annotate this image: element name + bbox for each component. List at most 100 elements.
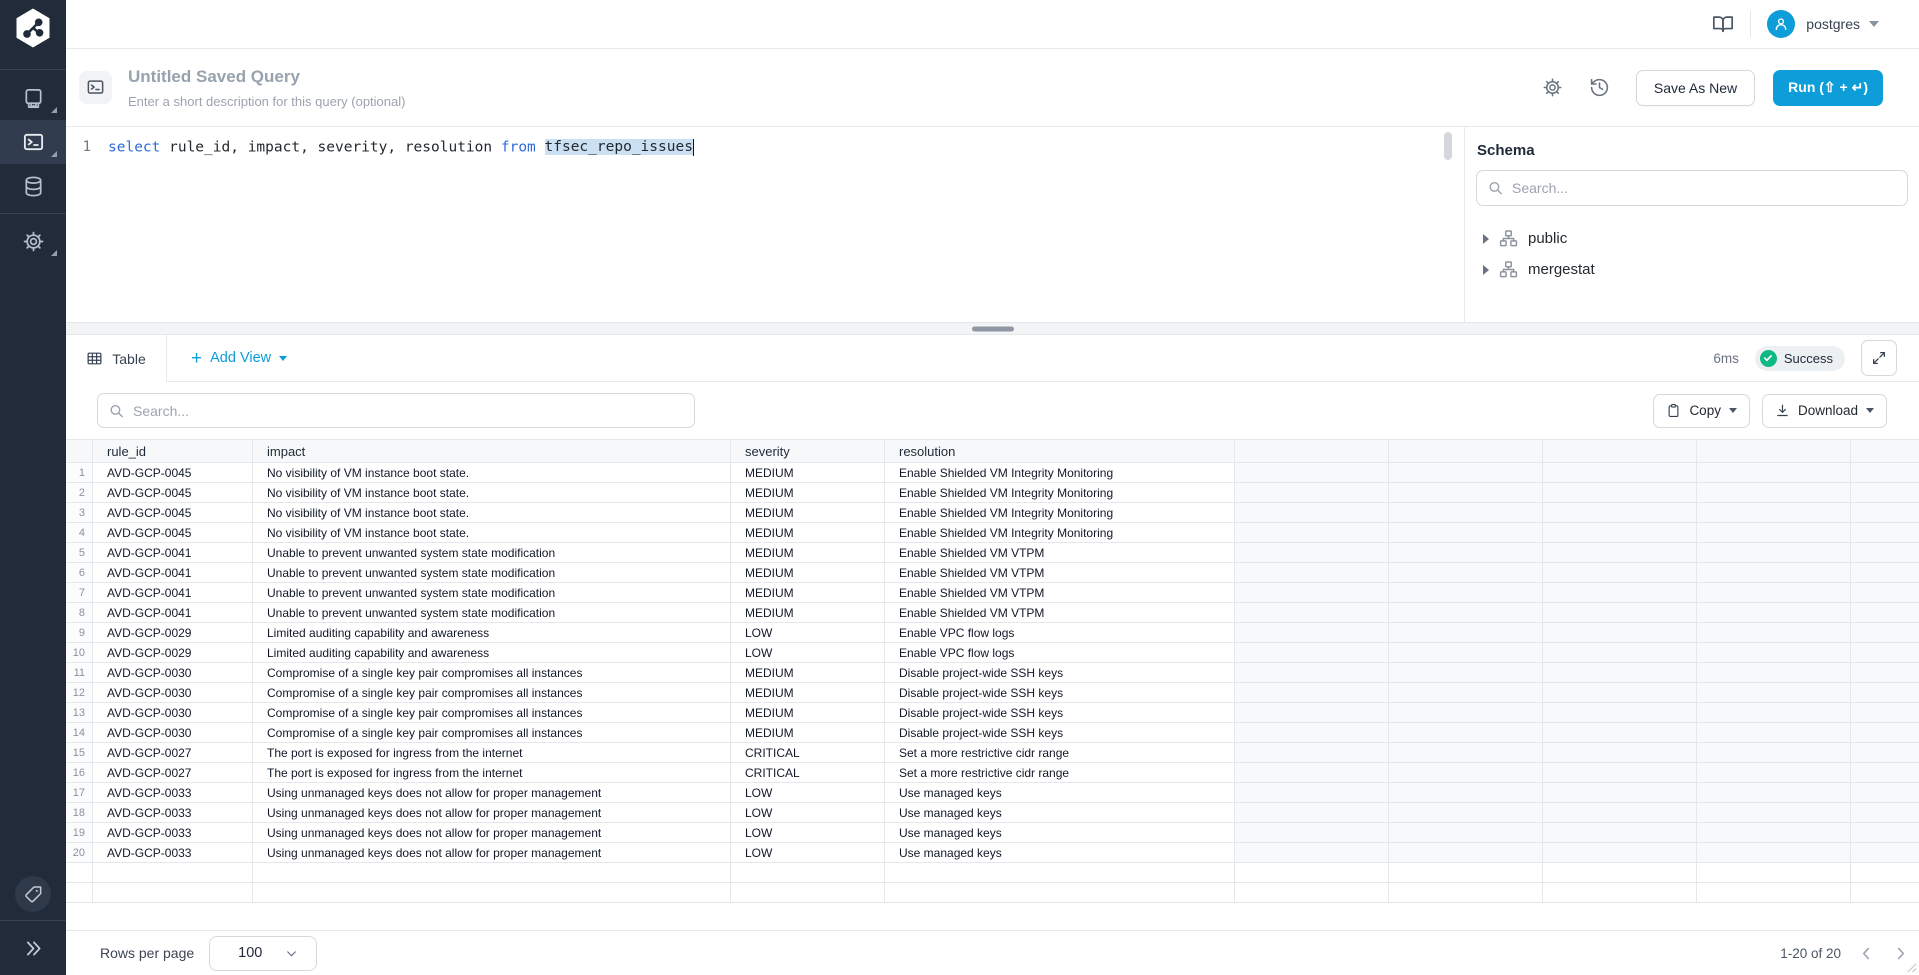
download-button[interactable]: Download	[1762, 394, 1887, 428]
mergestat-logo[interactable]	[0, 0, 66, 56]
table-cell[interactable]: Unable to prevent unwanted system state …	[253, 603, 731, 623]
table-cell[interactable]: AVD-GCP-0029	[93, 643, 253, 663]
table-cell[interactable]: Unable to prevent unwanted system state …	[253, 563, 731, 583]
results-search-input[interactable]	[97, 393, 695, 428]
table-cell[interactable]: Disable project-wide SSH keys	[885, 723, 1235, 743]
table-cell[interactable]: AVD-GCP-0045	[93, 463, 253, 483]
table-cell[interactable]: Enable Shielded VM Integrity Monitoring	[885, 523, 1235, 543]
panel-resize-bar[interactable]	[66, 322, 1919, 335]
table-cell[interactable]: No visibility of VM instance boot state.	[253, 483, 731, 503]
column-header-severity[interactable]: severity	[731, 439, 885, 463]
table-cell[interactable]: MEDIUM	[731, 683, 885, 703]
table-cell[interactable]: AVD-GCP-0030	[93, 663, 253, 683]
tree-expand-caret-icon[interactable]	[1483, 265, 1489, 275]
query-settings-button[interactable]	[1542, 77, 1563, 98]
table-cell[interactable]: AVD-GCP-0041	[93, 603, 253, 623]
table-cell[interactable]: AVD-GCP-0041	[93, 563, 253, 583]
table-cell[interactable]: Disable project-wide SSH keys	[885, 683, 1235, 703]
sidebar-item-queries[interactable]	[0, 120, 66, 164]
table-cell[interactable]: Set a more restrictive cidr range	[885, 763, 1235, 783]
table-cell[interactable]: MEDIUM	[731, 723, 885, 743]
table-cell[interactable]: Disable project-wide SSH keys	[885, 703, 1235, 723]
table-cell[interactable]: Compromise of a single key pair compromi…	[253, 723, 731, 743]
sidebar-item-database[interactable]	[0, 164, 66, 208]
table-cell[interactable]: Enable Shielded VM Integrity Monitoring	[885, 503, 1235, 523]
table-cell[interactable]: Use managed keys	[885, 823, 1235, 843]
table-cell[interactable]: Enable Shielded VM VTPM	[885, 583, 1235, 603]
table-cell[interactable]: No visibility of VM instance boot state.	[253, 523, 731, 543]
table-cell[interactable]: Enable Shielded VM Integrity Monitoring	[885, 463, 1235, 483]
table-cell[interactable]: Enable Shielded VM Integrity Monitoring	[885, 483, 1235, 503]
table-cell[interactable]: AVD-GCP-0033	[93, 803, 253, 823]
table-cell[interactable]: MEDIUM	[731, 703, 885, 723]
table-cell[interactable]: Unable to prevent unwanted system state …	[253, 543, 731, 563]
table-cell[interactable]: AVD-GCP-0027	[93, 743, 253, 763]
sidebar-expand-button[interactable]	[0, 921, 66, 975]
table-cell[interactable]: LOW	[731, 783, 885, 803]
table-cell[interactable]: LOW	[731, 623, 885, 643]
table-cell[interactable]: Using unmanaged keys does not allow for …	[253, 803, 731, 823]
table-cell[interactable]: AVD-GCP-0041	[93, 543, 253, 563]
table-cell[interactable]: AVD-GCP-0045	[93, 503, 253, 523]
tab-table[interactable]: Table	[66, 335, 167, 382]
table-cell[interactable]: Enable Shielded VM VTPM	[885, 543, 1235, 563]
copy-button[interactable]: Copy	[1653, 394, 1750, 428]
table-cell[interactable]: Compromise of a single key pair compromi…	[253, 683, 731, 703]
sql-editor[interactable]: 1 select rule_id, impact, severity, reso…	[66, 127, 1464, 322]
table-cell[interactable]: Limited auditing capability and awarenes…	[253, 623, 731, 643]
table-cell[interactable]: AVD-GCP-0030	[93, 723, 253, 743]
table-cell[interactable]: AVD-GCP-0045	[93, 523, 253, 543]
table-cell[interactable]: Using unmanaged keys does not allow for …	[253, 783, 731, 803]
table-cell[interactable]: MEDIUM	[731, 483, 885, 503]
table-cell[interactable]: AVD-GCP-0045	[93, 483, 253, 503]
table-cell[interactable]: Use managed keys	[885, 843, 1235, 863]
table-cell[interactable]: The port is exposed for ingress from the…	[253, 743, 731, 763]
table-cell[interactable]: AVD-GCP-0041	[93, 583, 253, 603]
sidebar-item-repos[interactable]	[0, 76, 66, 120]
resize-handle[interactable]	[972, 326, 1014, 331]
table-cell[interactable]: Enable Shielded VM VTPM	[885, 563, 1235, 583]
table-cell[interactable]: CRITICAL	[731, 743, 885, 763]
table-cell[interactable]: Compromise of a single key pair compromi…	[253, 663, 731, 683]
table-cell[interactable]: AVD-GCP-0027	[93, 763, 253, 783]
rows-per-page-select[interactable]: 100	[209, 936, 317, 971]
schema-tree-item-public[interactable]: public	[1476, 223, 1908, 254]
table-cell[interactable]: MEDIUM	[731, 663, 885, 683]
schema-tree-item-mergestat[interactable]: mergestat	[1476, 254, 1908, 285]
tree-expand-caret-icon[interactable]	[1483, 234, 1489, 244]
sidebar-item-tags[interactable]	[0, 868, 66, 920]
table-cell[interactable]: MEDIUM	[731, 583, 885, 603]
table-cell[interactable]: MEDIUM	[731, 503, 885, 523]
previous-page-button[interactable]	[1858, 945, 1875, 962]
table-cell[interactable]: MEDIUM	[731, 463, 885, 483]
table-cell[interactable]: CRITICAL	[731, 763, 885, 783]
table-cell[interactable]: LOW	[731, 803, 885, 823]
table-cell[interactable]: Using unmanaged keys does not allow for …	[253, 823, 731, 843]
table-cell[interactable]: Set a more restrictive cidr range	[885, 743, 1235, 763]
table-cell[interactable]: LOW	[731, 843, 885, 863]
sidebar-item-settings[interactable]	[0, 219, 66, 263]
table-cell[interactable]: AVD-GCP-0033	[93, 783, 253, 803]
table-cell[interactable]: MEDIUM	[731, 543, 885, 563]
table-cell[interactable]: Compromise of a single key pair compromi…	[253, 703, 731, 723]
expand-results-button[interactable]	[1861, 340, 1897, 376]
table-cell[interactable]: AVD-GCP-0029	[93, 623, 253, 643]
editor-scrollbar-thumb[interactable]	[1444, 132, 1452, 160]
query-history-button[interactable]	[1589, 77, 1610, 98]
table-cell[interactable]: MEDIUM	[731, 523, 885, 543]
table-cell[interactable]: Enable Shielded VM VTPM	[885, 603, 1235, 623]
table-cell[interactable]: Use managed keys	[885, 783, 1235, 803]
table-cell[interactable]: AVD-GCP-0033	[93, 843, 253, 863]
table-cell[interactable]: Use managed keys	[885, 803, 1235, 823]
table-cell[interactable]: No visibility of VM instance boot state.	[253, 503, 731, 523]
table-cell[interactable]: LOW	[731, 643, 885, 663]
user-menu[interactable]: postgres	[1767, 10, 1879, 38]
table-cell[interactable]: Enable VPC flow logs	[885, 643, 1235, 663]
table-cell[interactable]: AVD-GCP-0030	[93, 703, 253, 723]
query-title[interactable]: Untitled Saved Query	[128, 67, 405, 87]
run-query-button[interactable]: Run (⇧ + ↵)	[1773, 70, 1883, 106]
table-cell[interactable]: No visibility of VM instance boot state.	[253, 463, 731, 483]
table-cell[interactable]: AVD-GCP-0030	[93, 683, 253, 703]
table-cell[interactable]: Limited auditing capability and awarenes…	[253, 643, 731, 663]
add-view-button[interactable]: + Add View	[191, 349, 287, 368]
